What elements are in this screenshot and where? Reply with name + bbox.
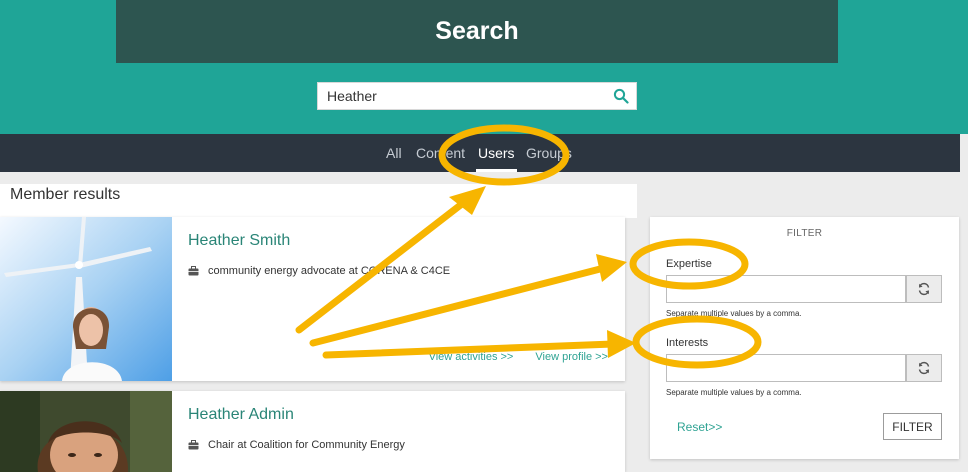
tab-groups[interactable]: Groups — [526, 134, 572, 172]
member-role: community energy advocate at CORENA & C4… — [188, 265, 450, 277]
search-icon — [613, 88, 629, 104]
member-links: View activities >> View profile >> — [410, 351, 608, 363]
page-title: Search — [435, 17, 519, 45]
interests-refresh-button[interactable] — [906, 354, 942, 382]
view-profile-link[interactable]: View profile >> — [535, 351, 608, 363]
tab-all[interactable]: All — [386, 134, 402, 172]
expertise-label: Expertise — [666, 258, 712, 270]
reset-link[interactable]: Reset>> — [677, 420, 722, 434]
member-photo — [0, 391, 172, 472]
search-input[interactable] — [318, 83, 606, 109]
member-name[interactable]: Heather Admin — [188, 406, 294, 424]
member-role: Chair at Coalition for Community Energy — [188, 439, 405, 451]
search-button[interactable] — [606, 83, 636, 109]
search-box — [317, 82, 637, 110]
member-name[interactable]: Heather Smith — [188, 232, 290, 250]
interests-input[interactable] — [666, 354, 906, 382]
tab-content[interactable]: Content — [416, 134, 465, 172]
search-hero: Search — [0, 0, 968, 134]
expertise-help: Separate multiple values by a comma. — [666, 309, 802, 318]
interests-label: Interests — [666, 337, 709, 349]
member-role-text: Chair at Coalition for Community Energy — [208, 439, 405, 451]
search-tabs: All Content Users Groups — [0, 134, 960, 172]
member-card: Heather Smith community energy advocate … — [0, 217, 625, 381]
interests-help: Separate multiple values by a comma. — [666, 388, 802, 397]
briefcase-icon — [188, 266, 199, 276]
refresh-icon — [918, 282, 930, 296]
expertise-input[interactable] — [666, 275, 906, 303]
member-card: Heather Admin Chair at Coalition for Com… — [0, 391, 625, 472]
filter-button[interactable]: FILTER — [883, 413, 942, 440]
filter-title: FILTER — [786, 228, 823, 239]
refresh-icon — [918, 361, 930, 375]
view-activities-link[interactable]: View activities >> — [429, 351, 514, 363]
title-band: Search — [116, 0, 838, 63]
results-header: Member results — [0, 184, 637, 218]
filter-panel: FILTER Expertise Separate multiple value… — [650, 217, 959, 459]
results-heading: Member results — [10, 186, 121, 203]
tab-users[interactable]: Users — [476, 134, 517, 172]
expertise-refresh-button[interactable] — [906, 275, 942, 303]
briefcase-icon — [188, 440, 199, 450]
member-photo — [0, 217, 172, 381]
member-role-text: community energy advocate at CORENA & C4… — [208, 265, 451, 277]
